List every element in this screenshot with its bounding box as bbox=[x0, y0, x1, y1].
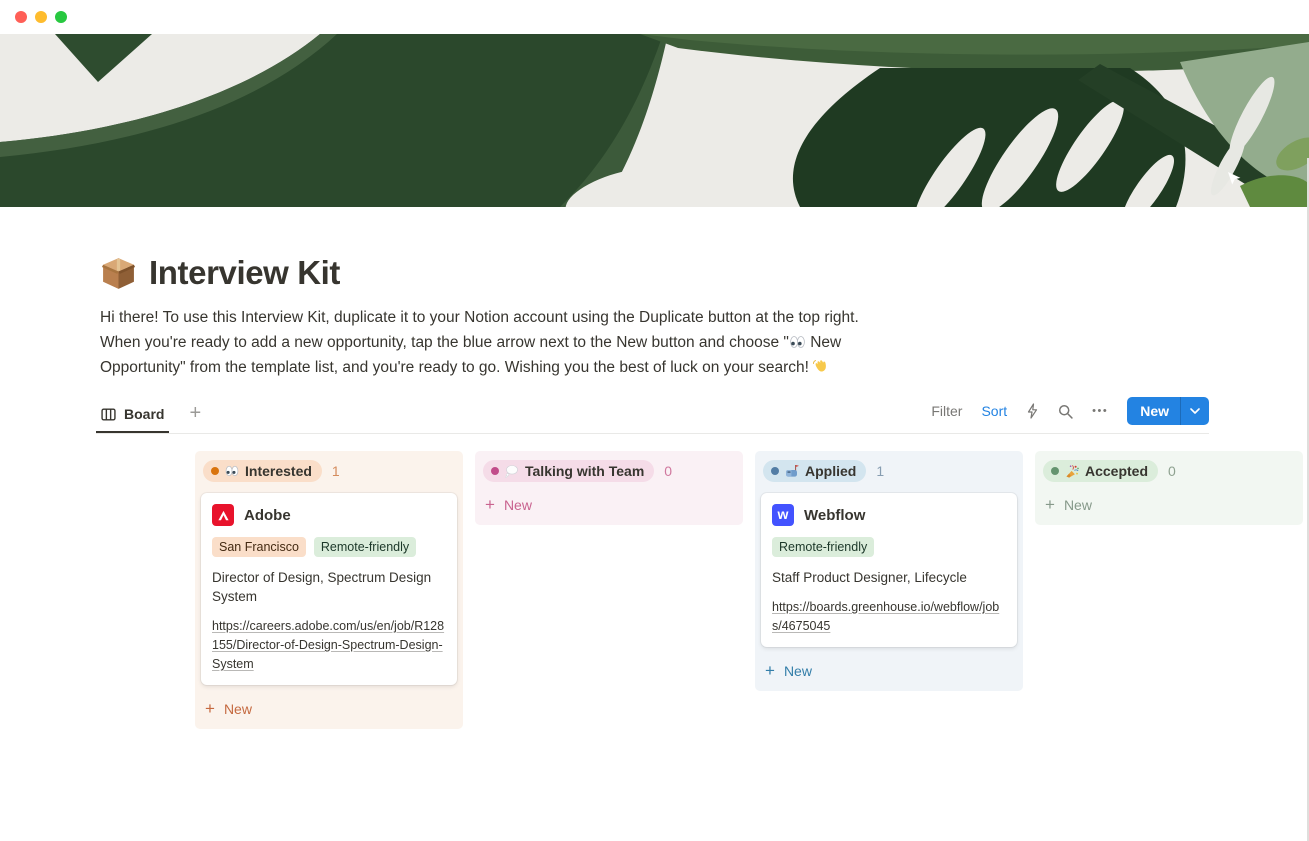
column-header-pill-interested[interactable]: Interested bbox=[203, 460, 322, 482]
view-toolbar: Board + Filter Sort ••• New bbox=[96, 397, 1209, 434]
page-title: Interview Kit bbox=[149, 254, 340, 292]
sort-button[interactable]: Sort bbox=[981, 403, 1007, 419]
column-count: 0 bbox=[1168, 463, 1176, 479]
package-icon[interactable] bbox=[100, 255, 137, 292]
add-card-label: New bbox=[784, 663, 812, 679]
waving-hand-emoji bbox=[813, 357, 830, 374]
column-title: Applied bbox=[805, 463, 856, 479]
card-company-name: Webflow bbox=[804, 507, 865, 524]
tag-remote-friendly: Remote-friendly bbox=[314, 537, 416, 557]
column-header-pill-talking-with-team[interactable]: Talking with Team bbox=[483, 460, 654, 482]
board-column-talking-with-team: Talking with Team 0 + New bbox=[475, 451, 743, 525]
tag-remote-friendly: Remote-friendly bbox=[772, 537, 874, 557]
card-webflow[interactable]: w Webflow Remote-friendly Staff Product … bbox=[761, 493, 1017, 647]
add-card-label: New bbox=[224, 701, 252, 717]
new-button-label: New bbox=[1127, 397, 1180, 425]
board-view-label: Board bbox=[124, 406, 164, 422]
card-job-link[interactable]: https://boards.greenhouse.io/webflow/job… bbox=[772, 598, 1006, 636]
column-title: Interested bbox=[245, 463, 312, 479]
mailbox-emoji bbox=[785, 464, 799, 478]
column-count: 1 bbox=[876, 463, 884, 479]
column-header-pill-applied[interactable]: Applied bbox=[763, 460, 866, 482]
column-count: 0 bbox=[664, 463, 672, 479]
new-button[interactable]: New bbox=[1127, 397, 1209, 425]
more-options-button[interactable]: ••• bbox=[1092, 405, 1108, 417]
plus-icon: + bbox=[1045, 496, 1055, 513]
add-card-label: New bbox=[504, 497, 532, 513]
add-card-button-interested[interactable]: + New bbox=[201, 695, 457, 723]
add-card-button-talking-with-team[interactable]: + New bbox=[481, 491, 737, 519]
status-dot bbox=[211, 467, 219, 475]
board-column-accepted: Accepted 0 + New bbox=[1035, 451, 1303, 525]
status-dot bbox=[771, 467, 779, 475]
window-titlebar bbox=[0, 0, 1309, 34]
kanban-board: Interested 1 Adobe San Francisco Remote-… bbox=[195, 451, 1209, 729]
window-close-button[interactable] bbox=[15, 11, 27, 23]
card-role-text: Director of Design, Spectrum Design Syst… bbox=[212, 568, 446, 606]
column-header-pill-accepted[interactable]: Accepted bbox=[1043, 460, 1158, 482]
filter-button[interactable]: Filter bbox=[931, 403, 962, 419]
card-role-text: Staff Product Designer, Lifecycle bbox=[772, 568, 1006, 587]
cover-image bbox=[0, 34, 1309, 207]
add-card-button-accepted[interactable]: + New bbox=[1041, 491, 1297, 519]
board-column-applied: Applied 1 w Webflow Remote-friendly Staf… bbox=[755, 451, 1023, 691]
board-view-icon bbox=[101, 407, 116, 422]
party-popper-emoji bbox=[1065, 464, 1079, 478]
plus-icon: + bbox=[765, 662, 775, 679]
description-text-1: Hi there! To use this Interview Kit, dup… bbox=[100, 309, 859, 351]
status-dot bbox=[1051, 467, 1059, 475]
plus-icon: + bbox=[205, 700, 215, 717]
add-card-button-applied[interactable]: + New bbox=[761, 657, 1017, 685]
new-button-chevron-down-icon[interactable] bbox=[1180, 397, 1209, 425]
tag-san-francisco: San Francisco bbox=[212, 537, 306, 557]
status-dot bbox=[491, 467, 499, 475]
board-column-interested: Interested 1 Adobe San Francisco Remote-… bbox=[195, 451, 463, 729]
card-job-link[interactable]: https://careers.adobe.com/us/en/job/R128… bbox=[212, 617, 446, 674]
page-description: Hi there! To use this Interview Kit, dup… bbox=[100, 305, 872, 380]
column-title: Talking with Team bbox=[525, 463, 644, 479]
column-count: 1 bbox=[332, 463, 340, 479]
window-minimize-button[interactable] bbox=[35, 11, 47, 23]
column-title: Accepted bbox=[1085, 463, 1148, 479]
card-company-name: Adobe bbox=[244, 507, 291, 524]
eyes-emoji bbox=[789, 335, 806, 349]
eyes-emoji bbox=[225, 465, 239, 477]
tab-board-view[interactable]: Board bbox=[96, 398, 169, 433]
search-icon[interactable] bbox=[1058, 404, 1073, 419]
thought-balloon-emoji bbox=[505, 464, 519, 478]
add-view-button[interactable]: + bbox=[183, 402, 207, 429]
add-card-label: New bbox=[1064, 497, 1092, 513]
lightning-icon[interactable] bbox=[1026, 403, 1039, 419]
adobe-logo-icon bbox=[212, 504, 234, 526]
window-zoom-button[interactable] bbox=[55, 11, 67, 23]
webflow-logo-icon: w bbox=[772, 504, 794, 526]
plus-icon: + bbox=[485, 496, 495, 513]
card-adobe[interactable]: Adobe San Francisco Remote-friendly Dire… bbox=[201, 493, 457, 685]
